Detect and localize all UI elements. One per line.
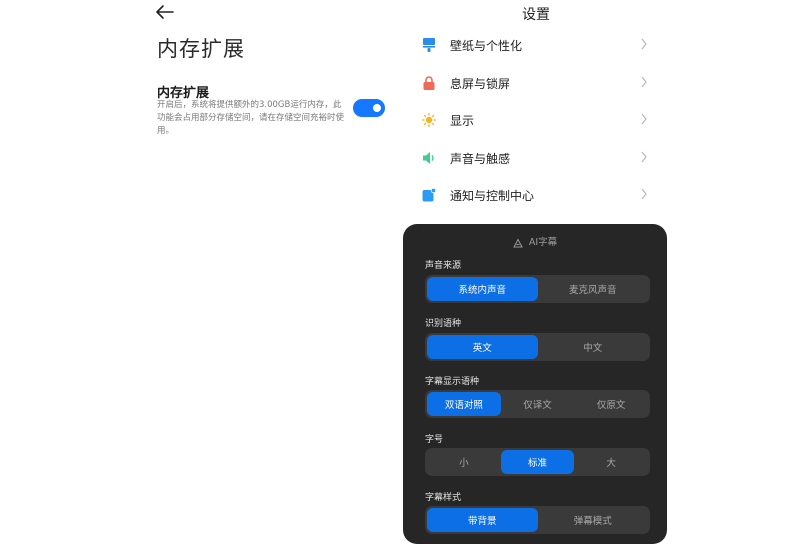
option-large[interactable]: 大 [574,450,648,474]
settings-list: 壁纸与个性化 息屏与锁屏 显示 声音与触感 通知与控制中心 [418,26,654,214]
settings-item-sound[interactable]: 声音与触感 [418,139,654,177]
speaker-icon [423,151,434,164]
option-with-background[interactable]: 带背景 [427,508,538,532]
sound-source-selector: 系统内声音 麦克风声音 [425,275,650,303]
subtitle-style-selector: 带背景 弹幕模式 [425,506,650,534]
option-danmaku-mode[interactable]: 弹幕模式 [538,508,649,532]
option-standard[interactable]: 标准 [500,450,575,474]
font-size-label: 字号 [425,435,444,445]
arrow-left-icon [156,5,174,19]
notification-icon [422,188,436,202]
option-chinese[interactable]: 中文 [538,335,649,359]
sound-source-label: 声音来源 [425,261,462,271]
settings-title: 设置 [522,7,550,23]
option-original-only[interactable]: 仅原文 [574,392,648,416]
font-size-selector: 小 标准 大 [425,448,650,476]
display-language-label: 字幕显示语种 [425,377,480,387]
memory-extension-toggle[interactable] [353,99,385,117]
settings-item-wallpaper[interactable]: 壁纸与个性化 [418,26,654,64]
ai-subtitle-header: AI字幕 [403,234,667,248]
ai-subtitle-panel: AI字幕 声音来源 系统内声音 麦克风声音 识别语种 英文 中文 字幕显示语种 … [403,224,667,544]
option-english[interactable]: 英文 [427,335,538,359]
chevron-right-icon [641,76,647,87]
option-microphone-sound[interactable]: 麦克风声音 [538,277,649,301]
chevron-right-icon [641,151,647,162]
settings-item-label: 壁纸与个性化 [450,39,523,53]
option-bilingual[interactable]: 双语对照 [427,392,501,416]
sun-icon [422,113,436,127]
lock-icon [423,75,435,90]
settings-item-label: 显示 [450,114,475,128]
toggle-knob [373,104,381,112]
chevron-right-icon [641,38,647,50]
chevron-right-icon [641,113,647,125]
ai-subtitle-title: AI字幕 [528,237,558,248]
settings-item-label: 声音与触感 [450,151,511,166]
settings-item-display[interactable]: 显示 [418,101,654,139]
settings-item-lockscreen[interactable]: 息屏与锁屏 [418,64,654,102]
option-system-sound[interactable]: 系统内声音 [427,277,538,301]
settings-item-notifications[interactable]: 通知与控制中心 [418,176,654,214]
settings-item-label: 息屏与锁屏 [450,76,511,91]
memory-extension-description: 开启后，系统将提供额外的3.00GB运行内存，此功能会占用部分存储空间，请在存储… [157,100,345,136]
display-language-selector: 双语对照 仅译文 仅原文 [425,390,650,418]
chevron-right-icon [641,188,647,200]
option-small[interactable]: 小 [427,450,501,474]
ai-subtitle-icon [513,237,523,247]
subtitle-style-label: 字幕样式 [425,493,462,503]
option-translation-only[interactable]: 仅译文 [501,392,575,416]
settings-item-label: 通知与控制中心 [450,189,535,203]
recognition-language-selector: 英文 中文 [425,333,650,361]
wallpaper-icon [423,38,435,52]
page-title: 内存扩展 [157,37,245,61]
back-button[interactable] [154,2,176,22]
recognition-language-label: 识别语种 [425,319,462,329]
